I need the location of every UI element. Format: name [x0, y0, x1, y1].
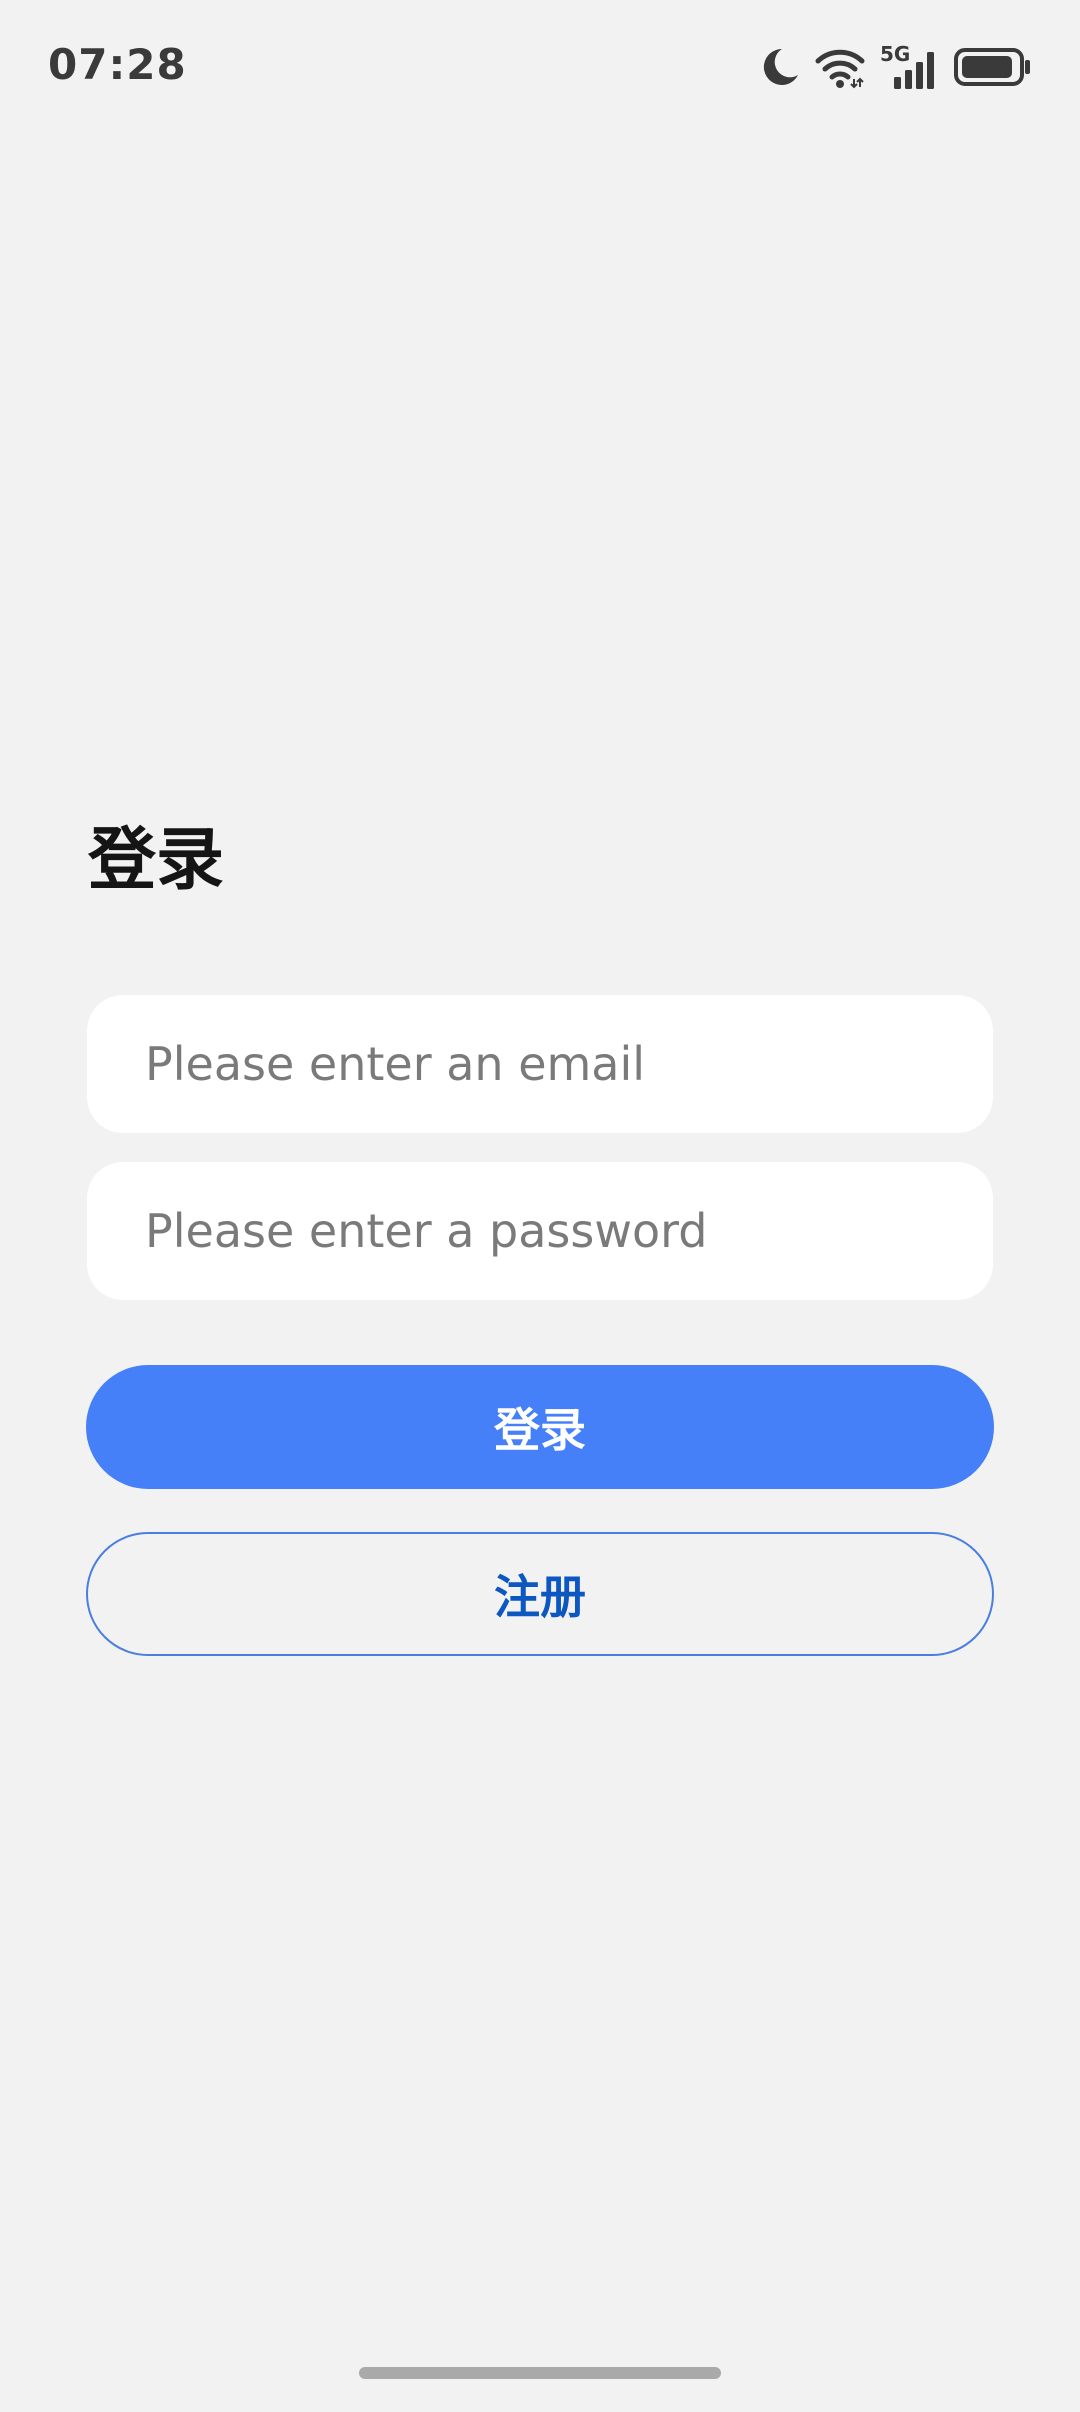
register-button[interactable]: 注册	[86, 1532, 994, 1656]
wifi-icon	[814, 45, 866, 89]
password-field[interactable]	[87, 1162, 993, 1300]
page-title: 登录	[88, 821, 225, 900]
cellular-signal-icon: 5G	[880, 43, 940, 91]
login-button-label: 登录	[494, 1403, 586, 1457]
network-type-label: 5G	[880, 43, 910, 66]
moon-icon	[760, 45, 800, 89]
status-icons: 5G	[760, 42, 1032, 92]
home-indicator[interactable]	[359, 2367, 721, 2379]
status-time: 07:28	[48, 40, 187, 89]
email-field[interactable]	[87, 995, 993, 1133]
battery-icon	[954, 47, 1032, 87]
register-button-label: 注册	[494, 1570, 586, 1624]
email-field-container	[87, 995, 993, 1133]
status-bar: 07:28 5G	[0, 0, 1080, 135]
login-button[interactable]: 登录	[86, 1365, 994, 1489]
password-field-container	[87, 1162, 993, 1300]
